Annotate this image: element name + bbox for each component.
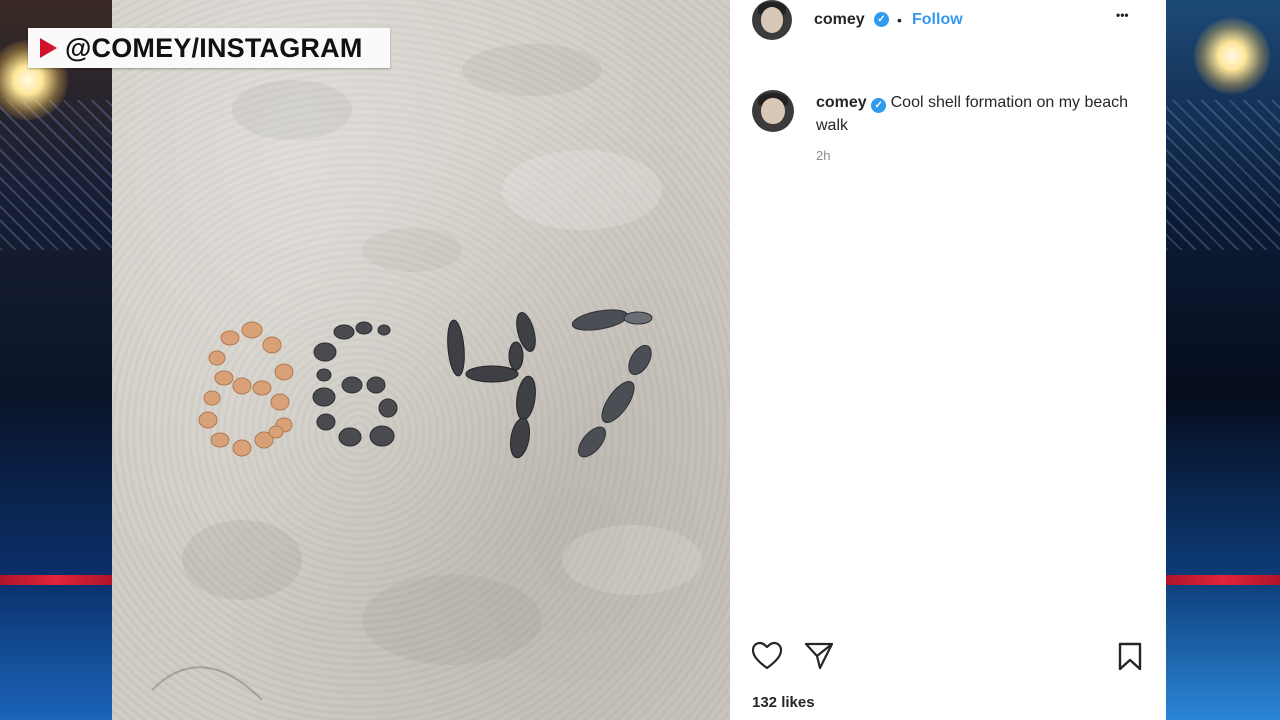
follow-button[interactable]: Follow [912,11,963,29]
red-stripe [1166,575,1280,585]
shell-digit-4 [447,312,536,459]
more-options-icon[interactable]: ••• [1116,8,1129,22]
shell-digit-6 [312,321,398,447]
chyron-text: @COMEY/INSTAGRAM [65,32,363,63]
news-chyron: @COMEY/INSTAGRAM [28,28,390,68]
avatar-face [760,7,784,33]
post-photo [112,0,730,720]
likes-count[interactable]: 132 likes [752,694,815,711]
avatar-face [761,97,785,125]
avatar[interactable] [752,0,792,40]
header-separator: • [897,12,902,28]
background-pattern [0,100,112,250]
caption-avatar[interactable] [752,90,794,132]
caption-username[interactable]: comey [816,94,867,111]
sand-shells-image [151,44,702,701]
red-stripe [0,575,112,585]
instagram-post-panel: comey ✓ • Follow ••• comey ✓ Cool shell … [730,0,1166,720]
post-timestamp[interactable]: 2h [816,148,830,163]
play-triangle-icon [40,38,57,58]
header-username[interactable]: comey [814,11,865,29]
lens-flare [1194,18,1270,94]
bookmark-save-icon[interactable] [1117,642,1143,672]
post-header: comey ✓ • Follow ••• [730,0,1166,44]
background-pattern [1166,100,1280,250]
verified-badge-icon: ✓ [871,98,887,113]
like-heart-icon[interactable] [751,641,783,671]
post-caption: comey ✓ Cool shell formation on my beach… [816,91,1136,137]
share-send-icon[interactable] [803,641,835,671]
broadcast-background-right [1166,0,1280,720]
broadcast-background-left [0,0,112,720]
shell-digit-7 [571,309,653,458]
verified-badge-icon: ✓ [874,12,889,27]
shell-digit-8 [198,321,294,457]
